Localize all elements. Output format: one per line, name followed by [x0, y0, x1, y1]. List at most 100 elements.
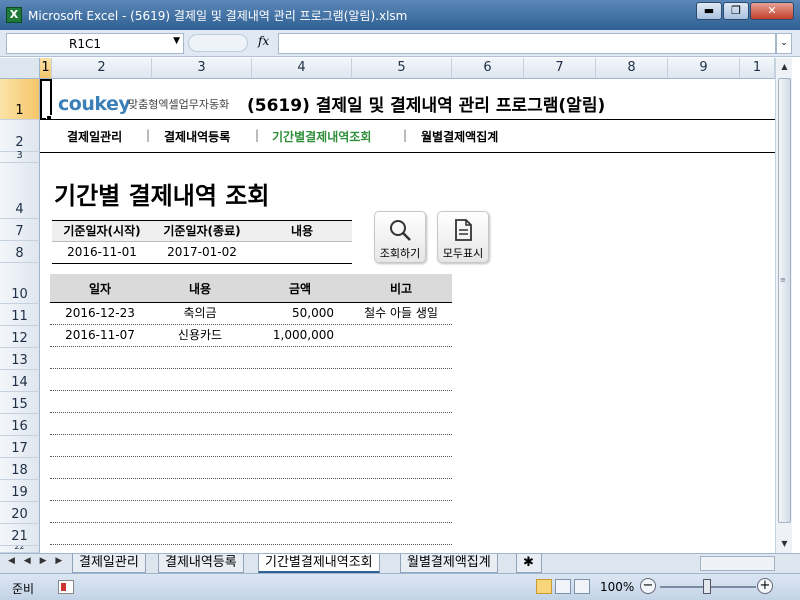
row-header[interactable]: 22	[0, 546, 40, 553]
nav-item-payment-date[interactable]: 결제일관리	[67, 128, 122, 145]
zoom-out-button[interactable]: −	[640, 578, 656, 594]
expand-formula-bar-icon[interactable]: ⌄	[776, 33, 792, 54]
amount-cell[interactable]	[250, 457, 350, 478]
close-button[interactable]: ✕	[750, 2, 794, 20]
start-date-field[interactable]: 2016-11-01	[52, 242, 152, 263]
content-cell[interactable]	[150, 523, 250, 544]
date-cell[interactable]: 2016-11-07	[50, 325, 150, 346]
row-header[interactable]: 12	[0, 326, 40, 348]
zoom-slider-thumb[interactable]	[703, 579, 711, 594]
show-all-button[interactable]: 모두표시	[437, 211, 489, 263]
excel-app-icon[interactable]: X	[6, 7, 22, 23]
zoom-in-button[interactable]: +	[757, 578, 773, 594]
scroll-up-icon[interactable]: ▲	[777, 59, 792, 75]
name-box[interactable]: R1C1 ▼	[6, 33, 184, 54]
row-header[interactable]: 16	[0, 414, 40, 436]
row-header[interactable]: 21	[0, 524, 40, 546]
amount-cell[interactable]	[250, 391, 350, 412]
content-cell[interactable]	[150, 435, 250, 456]
content-cell[interactable]	[150, 347, 250, 368]
worksheet[interactable]: coukey 맞춤형엑셀업무자동화 (5619) 결제일 및 결제내역 관리 프…	[40, 79, 775, 553]
sheet-tab[interactable]: 기간별결제내역조회	[258, 554, 380, 573]
amount-cell[interactable]	[250, 435, 350, 456]
amount-cell[interactable]	[250, 501, 350, 522]
date-cell[interactable]	[50, 479, 150, 500]
row-header[interactable]: 7	[0, 219, 40, 241]
scroll-down-icon[interactable]: ▼	[777, 536, 792, 552]
row-header[interactable]: 18	[0, 458, 40, 480]
note-cell[interactable]	[350, 369, 452, 390]
amount-cell[interactable]	[250, 479, 350, 500]
column-header[interactable]: 8	[596, 58, 668, 79]
nav-item-period-search[interactable]: 기간별결제내역조회	[272, 128, 371, 145]
column-header[interactable]: 4	[252, 58, 352, 79]
column-header[interactable]: 6	[452, 58, 524, 79]
scrollbar-thumb[interactable]	[778, 78, 791, 523]
column-header[interactable]: 7	[524, 58, 596, 79]
horizontal-scrollbar[interactable]	[700, 556, 775, 571]
sheet-tab[interactable]: 월별결제액집계	[400, 554, 498, 573]
content-cell[interactable]	[150, 369, 250, 390]
content-cell[interactable]: 축의금	[150, 303, 250, 324]
date-cell[interactable]	[50, 435, 150, 456]
search-button[interactable]: 조회하기	[374, 211, 426, 263]
date-cell[interactable]	[50, 347, 150, 368]
content-cell[interactable]	[150, 501, 250, 522]
date-cell[interactable]	[50, 413, 150, 434]
amount-cell[interactable]	[250, 347, 350, 368]
sheet-tab[interactable]: 결제내역등록	[158, 554, 244, 573]
content-cell[interactable]	[150, 413, 250, 434]
end-date-field[interactable]: 2017-01-02	[152, 242, 252, 263]
minimize-button[interactable]: ▬	[696, 2, 722, 20]
nav-item-payment-register[interactable]: 결제내역등록	[164, 128, 230, 145]
note-cell[interactable]: 철수 아들 생일	[350, 303, 452, 324]
date-cell[interactable]: 2016-12-23	[50, 303, 150, 324]
column-header[interactable]: 1	[40, 58, 52, 79]
note-cell[interactable]	[350, 501, 452, 522]
amount-cell[interactable]	[250, 369, 350, 390]
maximize-button[interactable]: ❐	[723, 2, 749, 20]
date-cell[interactable]	[50, 523, 150, 544]
content-cell[interactable]: 신용카드	[150, 325, 250, 346]
date-cell[interactable]	[50, 457, 150, 478]
column-header[interactable]: 3	[152, 58, 252, 79]
note-cell[interactable]	[350, 391, 452, 412]
fill-handle[interactable]	[46, 115, 52, 121]
column-header[interactable]: 2	[52, 58, 152, 79]
formula-edit-buttons[interactable]	[188, 34, 248, 52]
content-field[interactable]	[252, 242, 352, 263]
content-cell[interactable]	[150, 479, 250, 500]
row-header[interactable]: 1	[0, 79, 40, 120]
note-cell[interactable]	[350, 325, 452, 346]
row-header[interactable]: 19	[0, 480, 40, 502]
note-cell[interactable]	[350, 479, 452, 500]
macro-record-icon[interactable]	[58, 580, 74, 594]
row-header[interactable]: 17	[0, 436, 40, 458]
amount-cell[interactable]	[250, 523, 350, 544]
row-header[interactable]: 20	[0, 502, 40, 524]
nav-item-monthly-summary[interactable]: 월별결제액집계	[421, 128, 498, 145]
note-cell[interactable]	[350, 457, 452, 478]
row-header[interactable]: 8	[0, 241, 40, 263]
formula-input[interactable]	[278, 33, 776, 54]
content-cell[interactable]	[150, 457, 250, 478]
sheet-nav-icons[interactable]: ◀ ◀ ▶ ▶	[8, 556, 65, 566]
insert-sheet-icon[interactable]: ✱	[516, 554, 542, 573]
zoom-level[interactable]: 100%	[600, 580, 634, 594]
date-cell[interactable]	[50, 391, 150, 412]
note-cell[interactable]	[350, 523, 452, 544]
insert-function-icon[interactable]: fx	[258, 34, 269, 48]
row-header[interactable]: 2	[0, 120, 40, 152]
column-header[interactable]: 9	[668, 58, 740, 79]
column-header[interactable]: 5	[352, 58, 452, 79]
select-all-corner[interactable]	[0, 58, 40, 79]
amount-cell[interactable]	[250, 413, 350, 434]
row-header[interactable]: 14	[0, 370, 40, 392]
row-header[interactable]: 10	[0, 263, 40, 304]
normal-view-icon[interactable]	[536, 579, 552, 594]
page-layout-view-icon[interactable]	[555, 579, 571, 594]
chevron-down-icon[interactable]: ▼	[173, 36, 180, 46]
note-cell[interactable]	[350, 435, 452, 456]
row-header[interactable]: 4	[0, 163, 40, 219]
row-header[interactable]: 3	[0, 150, 40, 163]
